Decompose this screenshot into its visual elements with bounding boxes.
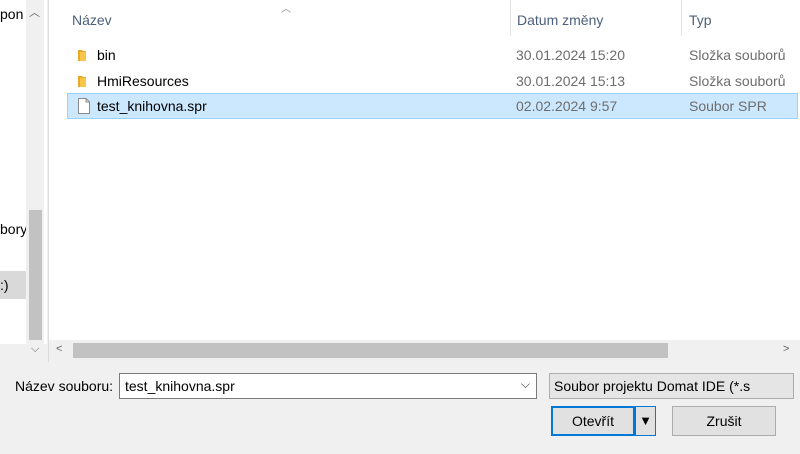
chevron-left-icon[interactable]: <: [56, 343, 62, 355]
filetype-select[interactable]: Soubor projektu Domat IDE (*.s: [549, 373, 794, 399]
chevron-right-icon[interactable]: >: [783, 343, 789, 355]
list-item[interactable]: HmiResources 30.01.2024 15:13 Složka sou…: [68, 69, 797, 93]
list-item-selected[interactable]: test_knihovna.spr 02.02.2024 9:57 Soubor…: [67, 93, 798, 119]
sort-ascending-icon: ︿: [281, 4, 291, 15]
filetype-value: Soubor projektu Domat IDE (*.s: [554, 378, 751, 394]
cancel-button[interactable]: Zrušit: [672, 406, 776, 436]
column-separator[interactable]: [510, 0, 511, 36]
file-name: test_knihovna.spr: [97, 98, 207, 114]
horizontal-scrollbar[interactable]: < >: [49, 340, 800, 361]
column-separator[interactable]: [681, 0, 682, 36]
file-type: Soubor SPR: [689, 98, 767, 114]
folder-icon: [78, 50, 86, 61]
chevron-down-icon[interactable]: ⌵: [31, 343, 39, 356]
nav-item-selected[interactable]: :): [0, 271, 26, 299]
column-header-date[interactable]: Datum změny: [517, 12, 603, 28]
column-header-name[interactable]: Název: [72, 12, 112, 28]
file-date: 30.01.2024 15:13: [516, 73, 625, 89]
chevron-down-icon[interactable]: ⌵: [521, 377, 530, 392]
filename-input[interactable]: test_knihovna.spr ⌵: [119, 373, 537, 399]
file-date: 02.02.2024 9:57: [516, 98, 618, 114]
file-date: 30.01.2024 15:20: [516, 47, 625, 63]
file-name: HmiResources: [97, 73, 189, 89]
file-type: Složka souborů: [689, 73, 786, 89]
filename-value[interactable]: test_knihovna.spr: [125, 378, 235, 394]
nav-item[interactable]: bory: [0, 221, 27, 237]
file-list: ︿ Název Datum změny Typ bin 30.01.2024 1…: [49, 0, 800, 340]
folder-icon: [78, 76, 86, 87]
file-icon: [78, 98, 90, 114]
horizontal-scrollbar-thumb[interactable]: [73, 343, 668, 358]
file-name: bin: [97, 47, 116, 63]
list-item[interactable]: bin 30.01.2024 15:20 Složka souborů: [68, 43, 797, 67]
column-header-type[interactable]: Typ: [689, 12, 712, 28]
nav-scrollbar-thumb[interactable]: [29, 210, 42, 340]
dropdown-arrow-icon: ▼: [639, 413, 652, 428]
open-button[interactable]: Otevřít: [551, 406, 635, 436]
open-dropdown-button[interactable]: ▼: [635, 406, 656, 436]
filename-label: Název souboru:: [15, 378, 114, 394]
scroll-up-icon[interactable]: ︿: [29, 4, 40, 20]
file-type: Složka souborů: [689, 47, 786, 63]
nav-item-label: :): [0, 277, 9, 293]
